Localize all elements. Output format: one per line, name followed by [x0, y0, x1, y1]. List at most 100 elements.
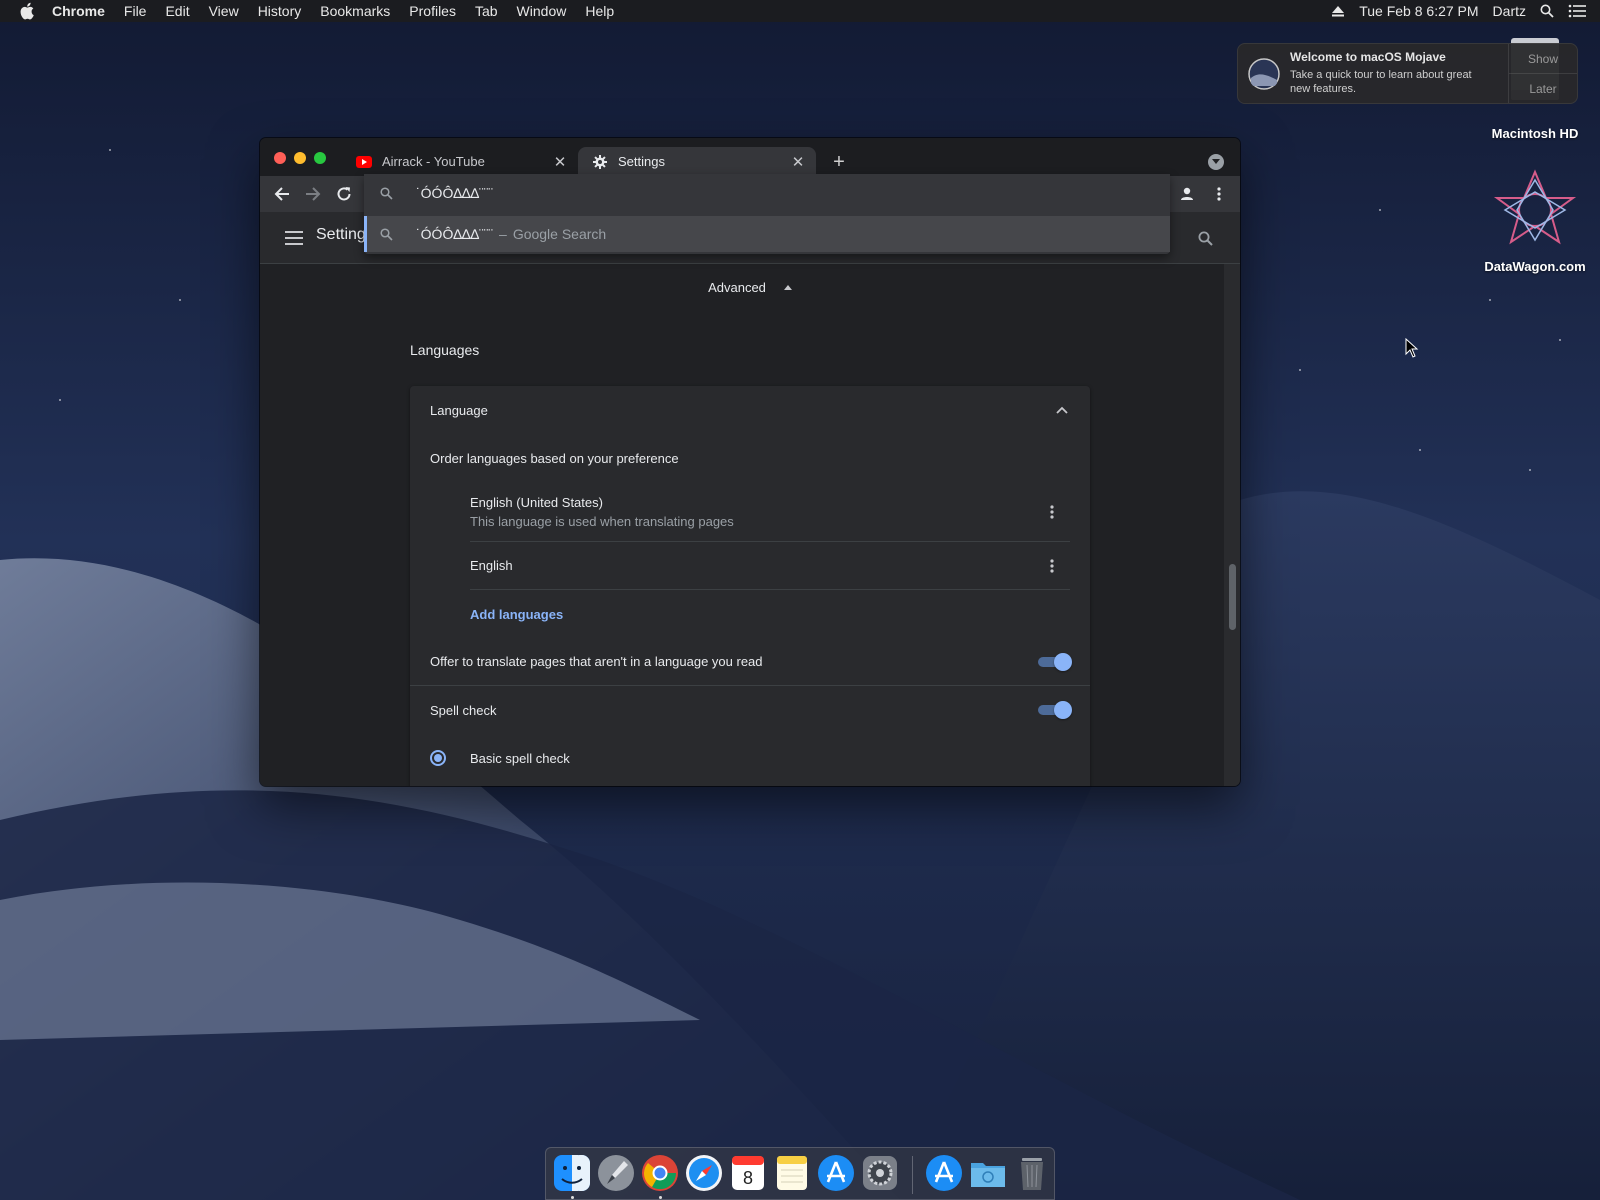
chrome-icon[interactable]: [640, 1153, 680, 1193]
order-label: Order languages based on your preference: [430, 450, 679, 466]
menu-file[interactable]: File: [124, 3, 147, 19]
suggestion-engine: Google Search: [512, 226, 607, 242]
list-item: English: [470, 542, 1070, 590]
trash-icon[interactable]: [1012, 1153, 1052, 1193]
languages-card: Language Order languages based on your p…: [410, 386, 1090, 786]
menu-tab[interactable]: Tab: [475, 3, 498, 19]
new-tab-button[interactable]: +: [828, 151, 850, 173]
desktop-icon-datawagon[interactable]: DataWagon.com: [1470, 168, 1600, 274]
launchpad-icon[interactable]: [596, 1153, 636, 1193]
youtube-icon: [356, 154, 372, 170]
basic-spell-check-radio[interactable]: [430, 750, 446, 766]
notification-show-button[interactable]: Show: [1509, 44, 1577, 73]
spell-check-toggle[interactable]: [1038, 701, 1072, 719]
language-expander[interactable]: Language: [410, 386, 1090, 434]
omnibox-dropdown: ˙ÓÓÔ∆∆∆¨¨¨ – Google Search: [364, 174, 1170, 254]
tab-label: Settings: [618, 154, 665, 169]
notes-icon[interactable]: [772, 1153, 812, 1193]
back-arrow-icon[interactable]: [272, 184, 292, 204]
notification-text: Take a quick tour to learn about great n…: [1290, 69, 1472, 95]
scrollbar-thumb[interactable]: [1229, 564, 1236, 630]
translate-label: Offer to translate pages that aren't in …: [430, 654, 763, 669]
language-name: English: [470, 558, 513, 573]
dock-separator: [912, 1156, 913, 1194]
tab-settings[interactable]: Settings ✕: [578, 147, 816, 176]
search-settings-icon[interactable]: [1195, 228, 1215, 248]
address-bar-input[interactable]: [416, 185, 1170, 201]
notification-banner[interactable]: Welcome to macOS Mojave Take a quick tou…: [1237, 43, 1578, 104]
list-item: English (United States) This language is…: [470, 482, 1070, 542]
downloads-folder-icon[interactable]: [968, 1153, 1008, 1193]
add-languages-row: Add languages: [470, 590, 1070, 638]
settings-content: Advanced Languages Language Order langua…: [260, 264, 1240, 786]
menu-edit[interactable]: Edit: [165, 3, 189, 19]
minimize-window-button[interactable]: [294, 152, 306, 164]
hamburger-menu-icon[interactable]: [284, 228, 304, 248]
tab-strip: Airrack - YouTube ✕ Settings ✕ +: [260, 138, 1240, 176]
language-name: English (United States): [470, 494, 603, 510]
translate-toggle[interactable]: [1038, 652, 1072, 671]
advanced-toggle[interactable]: Advanced: [260, 280, 1240, 295]
search-icon: [380, 227, 396, 241]
menu-bookmarks[interactable]: Bookmarks: [320, 3, 390, 19]
notification-center-icon[interactable]: [1568, 4, 1586, 18]
spotlight-search-icon[interactable]: [1540, 4, 1554, 18]
chevron-up-icon[interactable]: [1054, 402, 1070, 418]
user-menu[interactable]: Dartz: [1493, 3, 1526, 19]
more-options-icon[interactable]: [1044, 558, 1060, 574]
gear-icon: [592, 154, 608, 170]
tab-youtube[interactable]: Airrack - YouTube ✕: [342, 147, 578, 176]
advanced-label: Advanced: [708, 280, 766, 295]
spell-check-label: Spell check: [430, 702, 497, 718]
safari-icon[interactable]: [684, 1153, 724, 1193]
notification-later-button[interactable]: Later: [1509, 73, 1577, 103]
running-indicator: [571, 1196, 574, 1199]
more-options-icon[interactable]: [1044, 504, 1060, 520]
app-store-downloads-icon[interactable]: [924, 1153, 964, 1193]
system-preferences-icon[interactable]: [860, 1153, 900, 1193]
clock[interactable]: Tue Feb 8 6:27 PM: [1359, 3, 1478, 19]
svg-text:8: 8: [743, 1168, 753, 1188]
menu-app-name[interactable]: Chrome: [52, 3, 105, 19]
close-tab-icon[interactable]: ✕: [552, 154, 568, 171]
menu-help[interactable]: Help: [585, 3, 614, 19]
omnibox[interactable]: [364, 178, 1170, 208]
chrome-menu-icon[interactable]: [1209, 184, 1229, 204]
menu-bar: Chrome File Edit View History Bookmarks …: [0, 0, 1600, 22]
notification-title: Welcome to macOS Mojave: [1290, 50, 1446, 64]
menu-window[interactable]: Window: [517, 3, 567, 19]
calendar-icon[interactable]: 8: [728, 1153, 768, 1193]
section-title: Languages: [410, 342, 480, 358]
close-tab-icon[interactable]: ✕: [790, 154, 806, 171]
profile-icon[interactable]: [1177, 184, 1197, 204]
zoom-window-button[interactable]: [314, 152, 326, 164]
mouse-cursor-icon: [1405, 338, 1419, 358]
add-languages-button[interactable]: Add languages: [470, 607, 563, 622]
app-store-icon[interactable]: [816, 1153, 856, 1193]
reload-icon[interactable]: [334, 184, 354, 204]
scrollbar[interactable]: [1224, 264, 1240, 786]
apple-menu-icon[interactable]: [20, 2, 38, 20]
suggestion-query: ˙ÓÓÔ∆∆∆¨¨¨: [416, 226, 494, 242]
language-note: This language is used when translating p…: [470, 513, 734, 529]
dock: 8: [545, 1147, 1055, 1200]
order-languages-row: Order languages based on your preference: [410, 434, 1090, 482]
forward-arrow-icon[interactable]: [303, 184, 323, 204]
language-header: Language: [430, 402, 488, 418]
menu-profiles[interactable]: Profiles: [409, 3, 456, 19]
spell-check-row: Spell check: [410, 686, 1090, 734]
mojave-icon: [1248, 58, 1280, 90]
basic-spell-check-row[interactable]: Basic spell check: [410, 734, 1090, 782]
menu-history[interactable]: History: [258, 3, 302, 19]
eject-icon[interactable]: [1331, 5, 1345, 17]
suggestion-separator: –: [499, 226, 507, 242]
tab-search-icon[interactable]: [1208, 154, 1224, 170]
tab-label: Airrack - YouTube: [382, 154, 485, 169]
translate-row: Offer to translate pages that aren't in …: [410, 638, 1090, 686]
omnibox-suggestion[interactable]: ˙ÓÓÔ∆∆∆¨¨¨ – Google Search: [364, 216, 1170, 252]
menu-view[interactable]: View: [209, 3, 239, 19]
caret-up-icon: [783, 285, 792, 291]
chrome-window: Airrack - YouTube ✕ Settings ✕ + ˙ÓÓÔ∆∆∆…: [260, 138, 1240, 786]
finder-icon[interactable]: [552, 1153, 592, 1193]
close-window-button[interactable]: [274, 152, 286, 164]
